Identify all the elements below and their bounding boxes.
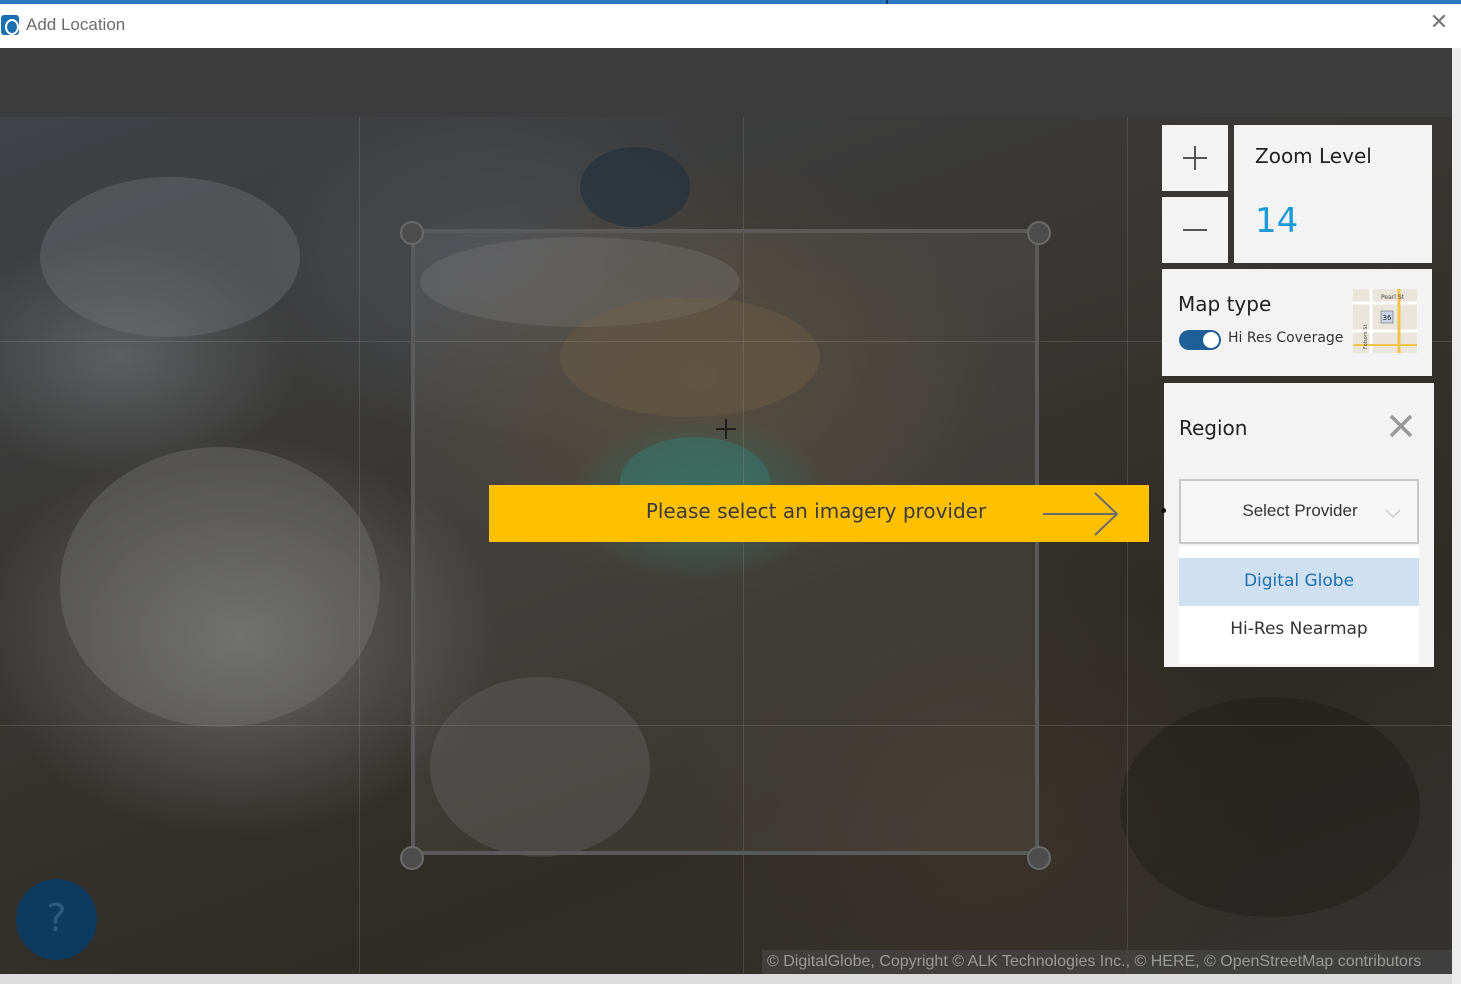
resize-handle-top-right[interactable] bbox=[1027, 221, 1051, 245]
attribution-text: © DigitalGlobe, Copyright © ALK Technolo… bbox=[767, 953, 1422, 970]
provider-select-value: Select Provider bbox=[1242, 501, 1358, 520]
region-panel: Region Select Provider Digital Globe Hi-… bbox=[1164, 383, 1434, 667]
thumbnail-street-label: Folsom St bbox=[1363, 325, 1369, 349]
help-button[interactable]: ? bbox=[16, 879, 97, 960]
close-icon[interactable] bbox=[1386, 411, 1416, 441]
thumbnail-route-label: 36 bbox=[1383, 314, 1392, 322]
close-icon[interactable]: ✕ bbox=[1428, 12, 1450, 34]
imagery-provider-banner: Please select an imagery provider bbox=[489, 485, 1149, 542]
map-type-label: Map type bbox=[1178, 292, 1272, 316]
toolbar-area bbox=[0, 48, 1461, 117]
app-logo-icon bbox=[1, 15, 19, 35]
provider-option-digital-globe[interactable]: Digital Globe bbox=[1179, 558, 1419, 606]
zoom-out-button[interactable] bbox=[1162, 197, 1228, 263]
resize-handle-top-left[interactable] bbox=[400, 221, 424, 245]
arrow-right-icon bbox=[1043, 492, 1119, 536]
zoom-in-button[interactable] bbox=[1162, 125, 1228, 191]
title-bar: Add Location ✕ bbox=[0, 4, 1461, 48]
map-type-panel: Map type Hi Res Coverage 36 Pearl St Fol… bbox=[1162, 269, 1432, 376]
zoom-level-label: Zoom Level bbox=[1255, 144, 1372, 168]
hi-res-coverage-toggle[interactable] bbox=[1179, 330, 1221, 350]
plus-icon bbox=[1183, 146, 1207, 170]
map-attribution: © DigitalGlobe, Copyright © ALK Technolo… bbox=[762, 950, 1452, 974]
chevron-down-icon bbox=[1385, 509, 1401, 519]
resize-handle-bottom-right[interactable] bbox=[1027, 846, 1051, 870]
help-icon: ? bbox=[46, 896, 67, 940]
selection-box[interactable] bbox=[411, 229, 1039, 855]
window-edge bbox=[1452, 48, 1461, 984]
provider-option-hi-res-nearmap[interactable]: Hi-Res Nearmap bbox=[1179, 606, 1419, 656]
pointer-dot bbox=[1161, 508, 1166, 513]
window-title: Add Location bbox=[26, 15, 126, 34]
center-crosshair-icon bbox=[716, 419, 736, 439]
map-type-thumbnail[interactable]: 36 Pearl St Folsom St bbox=[1353, 289, 1417, 353]
thumbnail-street-label: Pearl St bbox=[1381, 294, 1405, 301]
region-label: Region bbox=[1179, 416, 1248, 440]
zoom-level-panel: Zoom Level 14 bbox=[1234, 125, 1432, 263]
hi-res-coverage-label: Hi Res Coverage bbox=[1228, 330, 1344, 346]
resize-handle-bottom-left[interactable] bbox=[400, 846, 424, 870]
zoom-level-value: 14 bbox=[1255, 201, 1299, 241]
window-bottom-edge bbox=[0, 974, 1452, 984]
minus-icon bbox=[1183, 229, 1207, 231]
provider-select[interactable]: Select Provider bbox=[1179, 479, 1419, 544]
